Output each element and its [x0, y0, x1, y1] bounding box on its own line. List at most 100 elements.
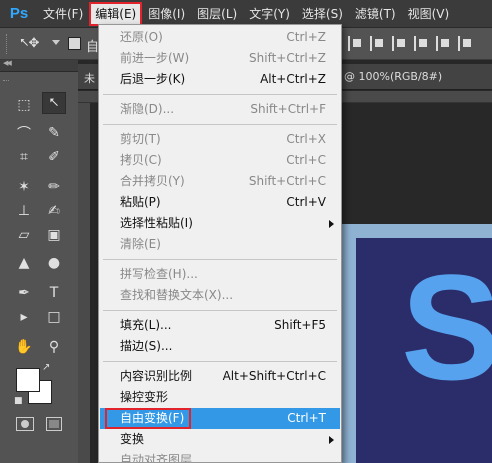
edit-menu-item[interactable]: 自由变换(F) Ctrl+T — [100, 408, 340, 429]
submenu-arrow-icon — [329, 220, 334, 228]
distribute-bottom-icon[interactable] — [458, 36, 472, 51]
menu-edit[interactable]: 编辑(E) — [89, 1, 143, 26]
path-select-tool-icon[interactable]: ▸ — [12, 306, 36, 328]
edit-menu-item[interactable]: 前进一步(W) Shift+Ctrl+Z — [100, 48, 340, 69]
menu-item-shortcut: Shift+Ctrl+F — [250, 102, 326, 116]
menu-item-label: 描边(S)... — [120, 339, 173, 353]
edit-menu-item[interactable]: 清除(E) — [100, 234, 340, 255]
pen-tool-icon[interactable]: ✒ — [12, 282, 36, 304]
history-brush-tool-icon[interactable]: ✍ — [42, 200, 66, 222]
menu-layer[interactable]: 图层(L) — [192, 3, 242, 25]
menu-item-shortcut: Shift+F5 — [274, 318, 326, 332]
menu-type[interactable]: 文字(Y) — [244, 3, 295, 25]
edit-menu-item[interactable]: 剪切(T) Ctrl+X — [100, 129, 340, 150]
menu-item-shortcut: Shift+Ctrl+C — [248, 174, 326, 188]
distribute-top-icon[interactable] — [414, 36, 428, 51]
edit-menu-item[interactable]: 自动对齐图层... — [100, 450, 340, 463]
menu-item-shortcut: Alt+Ctrl+Z — [260, 72, 326, 86]
edit-menu-item[interactable]: 选择性粘贴(I) — [100, 213, 340, 234]
hand-tool-icon[interactable]: ✋ — [12, 336, 36, 358]
edit-menu-item[interactable]: 拷贝(C) Ctrl+C — [100, 150, 340, 171]
swap-colors-icon[interactable]: ↗ — [42, 362, 50, 373]
toolbox-grip-icon[interactable] — [3, 80, 9, 86]
zoom-tool-icon[interactable]: ⚲ — [42, 336, 66, 358]
foreground-color-swatch[interactable] — [16, 368, 40, 392]
auto-select-checkbox[interactable] — [68, 37, 81, 50]
toolbox: ⬚ ⭦ ⌒ ✎ ⌗ ✐ ✶ ✏ ⊥ ✍ ▱ ▣ ▲ ● ✒ T ▸ □ ✋ ⚲ … — [0, 72, 78, 463]
move-tool-preset-icon[interactable]: ⭦✥ — [20, 36, 39, 51]
edit-menu-item[interactable]: 查找和替换文本(X)... — [100, 285, 340, 306]
brush-tool-icon[interactable]: ✏ — [42, 176, 66, 198]
edit-menu-item[interactable]: 操控变形 — [100, 387, 340, 408]
edit-menu-item[interactable]: 拼写检查(H)... — [100, 264, 340, 285]
gradient-tool-icon[interactable]: ▣ — [42, 224, 66, 246]
edit-menu-item[interactable]: 填充(L)... Shift+F5 — [100, 315, 340, 336]
distribute-center-icon[interactable] — [436, 36, 450, 51]
edit-menu-item[interactable]: 内容识别比例 Alt+Shift+Ctrl+C — [100, 366, 340, 387]
menu-item-label: 拼写检查(H)... — [120, 267, 198, 281]
type-tool-icon[interactable]: T — [42, 282, 66, 304]
edit-menu-item[interactable]: 变换 — [100, 429, 340, 450]
eraser-tool-icon[interactable]: ▱ — [12, 224, 36, 246]
submenu-arrow-icon — [329, 436, 334, 444]
edit-menu-item[interactable]: 合并拷贝(Y) Shift+Ctrl+C — [100, 171, 340, 192]
quick-select-tool-icon[interactable]: ✎ — [42, 122, 66, 144]
menu-item-label: 填充(L)... — [120, 318, 172, 332]
lasso-tool-icon[interactable]: ⌒ — [12, 122, 36, 144]
toolbox-collapse-bar[interactable] — [0, 59, 78, 72]
preset-dropdown-icon[interactable] — [52, 40, 60, 45]
menu-item-label: 查找和替换文本(X)... — [120, 288, 234, 302]
move-tool-icon[interactable]: ⭦ — [42, 92, 66, 114]
menu-item-label: 变换 — [120, 432, 145, 446]
menu-item-label: 拷贝(C) — [120, 153, 162, 167]
menu-item-label: 渐隐(D)... — [120, 102, 175, 116]
edit-menu-item[interactable]: 描边(S)... — [100, 336, 340, 357]
eyedropper-tool-icon[interactable]: ✐ — [42, 146, 66, 168]
crop-tool-icon[interactable]: ⌗ — [12, 146, 36, 168]
options-grip-icon[interactable] — [6, 34, 9, 54]
menu-item-label: 粘贴(P) — [120, 195, 161, 209]
ruler-vertical[interactable] — [78, 103, 90, 463]
quick-mask-icon[interactable] — [16, 417, 34, 431]
auto-select-label: 自 — [86, 40, 98, 55]
menu-separator — [103, 124, 337, 125]
menu-item-shortcut: Ctrl+C — [286, 153, 326, 167]
clone-stamp-tool-icon[interactable]: ⊥ — [12, 200, 36, 222]
menu-item-label: 前进一步(W) — [120, 51, 190, 65]
edit-menu-item[interactable]: 粘贴(P) Ctrl+V — [100, 192, 340, 213]
align-center-icon[interactable] — [370, 36, 384, 51]
annotation-highlight-box — [105, 408, 191, 429]
align-buttons — [348, 36, 472, 51]
edit-menu-item[interactable]: 渐隐(D)... Shift+Ctrl+F — [100, 99, 340, 120]
menu-item-shortcut: Alt+Shift+Ctrl+C — [222, 369, 326, 383]
blur-tool-icon[interactable]: ▲ — [12, 252, 36, 274]
menu-item-label: 内容识别比例 — [120, 369, 193, 383]
dodge-tool-icon[interactable]: ● — [42, 252, 66, 274]
menu-item-label: 操控变形 — [120, 390, 169, 404]
menu-filter[interactable]: 滤镜(T) — [350, 3, 401, 25]
menu-select[interactable]: 选择(S) — [297, 3, 348, 25]
edit-menu-item[interactable]: 还原(O) Ctrl+Z — [100, 27, 340, 48]
rectangle-tool-icon[interactable]: □ — [42, 306, 66, 328]
menu-image[interactable]: 图像(I) — [143, 3, 190, 25]
menu-item-label: 清除(E) — [120, 237, 161, 251]
marquee-tool-icon[interactable]: ⬚ — [12, 94, 36, 116]
menu-item-label: 剪切(T) — [120, 132, 161, 146]
menu-view[interactable]: 视图(V) — [403, 3, 455, 25]
menu-item-label: 合并拷贝(Y) — [120, 174, 185, 188]
menu-file[interactable]: 文件(F) — [38, 3, 88, 25]
screen-mode-icon[interactable] — [46, 417, 62, 431]
default-colors-icon[interactable]: ■ — [14, 396, 23, 406]
menu-separator — [103, 310, 337, 311]
menu-item-label: 还原(O) — [120, 30, 163, 44]
ps-artwork: S — [356, 238, 492, 463]
edit-menu-dropdown: 还原(O) Ctrl+Z 前进一步(W) Shift+Ctrl+Z 后退一步(K) Alt… — [98, 24, 342, 463]
menu-separator — [103, 259, 337, 260]
edit-menu-item[interactable]: 后退一步(K) Alt+Ctrl+Z — [100, 69, 340, 90]
menu-separator — [103, 361, 337, 362]
healing-brush-tool-icon[interactable]: ✶ — [12, 176, 36, 198]
align-left-icon[interactable] — [348, 36, 362, 51]
menu-item-label: 自动对齐图层... — [120, 453, 204, 463]
align-right-icon[interactable] — [392, 36, 406, 51]
photoshop-logo: Ps — [9, 5, 29, 22]
